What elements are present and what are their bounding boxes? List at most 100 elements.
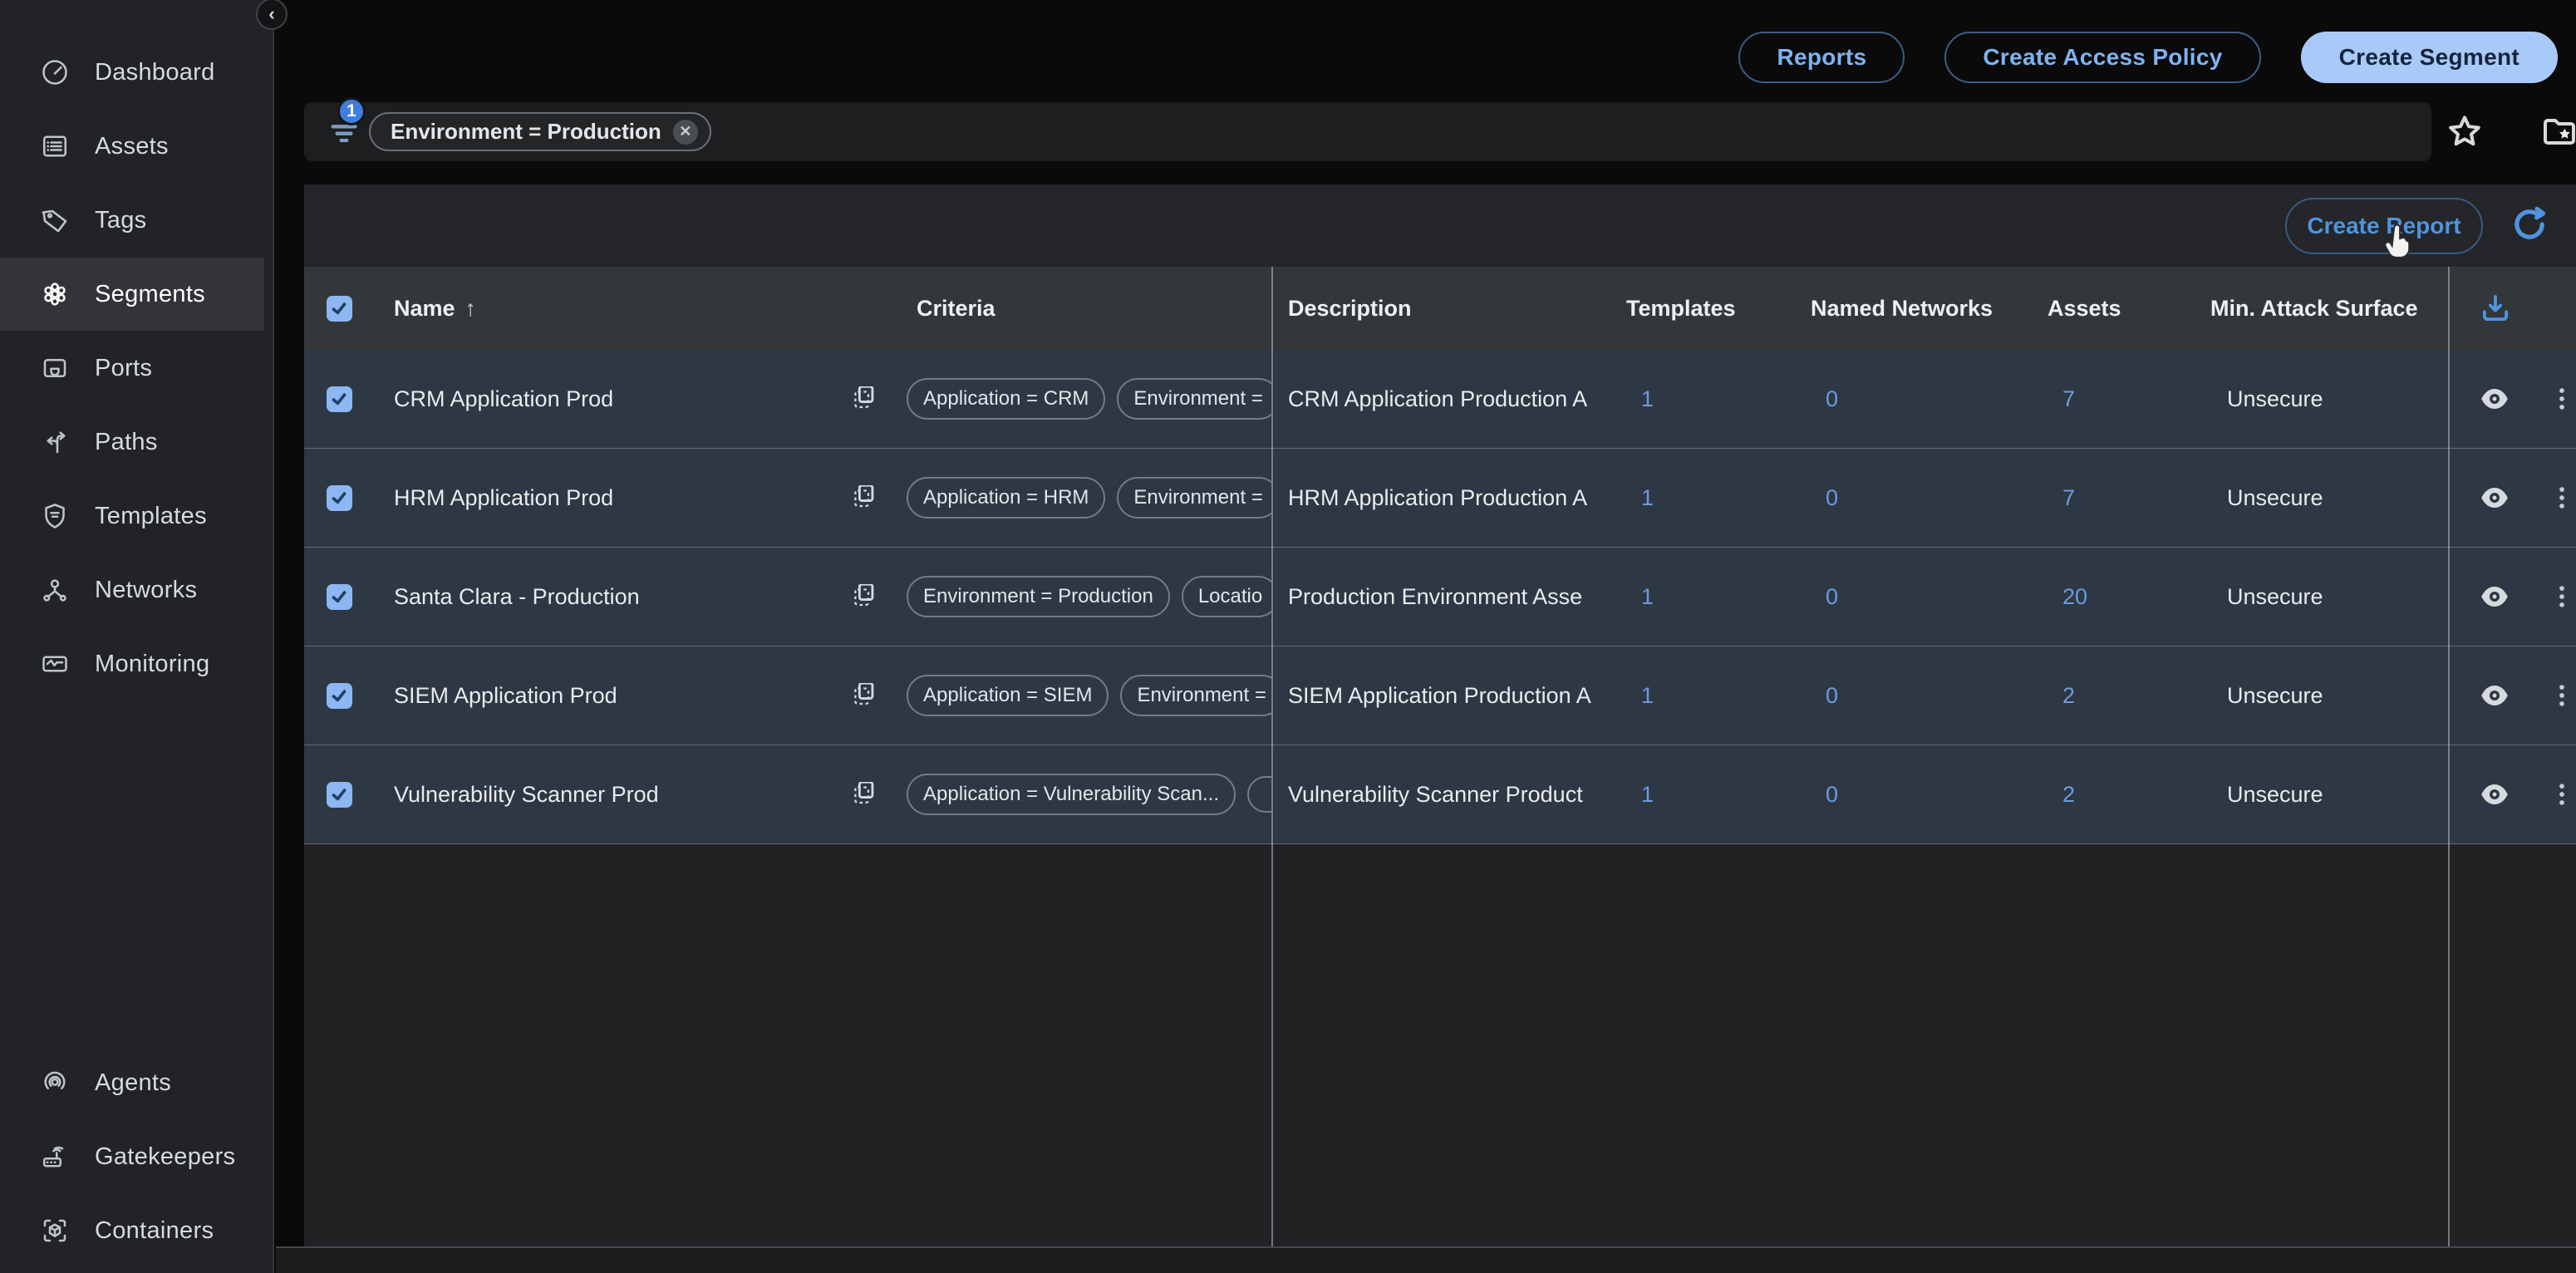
column-header-assets[interactable]: Assets (2036, 296, 2185, 322)
filter-chip-environment[interactable]: Environment = Production ✕ (369, 112, 711, 151)
sidebar-item-paths[interactable]: Paths (0, 405, 264, 479)
refresh-icon[interactable] (2508, 203, 2551, 246)
row-checkbox[interactable] (327, 782, 352, 808)
table-row[interactable]: Santa Clara - Production Environment = P… (304, 548, 2576, 646)
view-eye-icon[interactable] (2478, 778, 2511, 811)
kebab-menu-icon[interactable] (2548, 484, 2576, 512)
sidebar-collapse-button[interactable]: ‹ (256, 0, 288, 30)
segment-name: Vulnerability Scanner Prod (394, 782, 659, 808)
row-checkbox[interactable] (327, 485, 352, 511)
sidebar-item-networks[interactable]: Networks (0, 553, 264, 627)
sidebar-item-monitoring[interactable]: Monitoring (0, 627, 264, 700)
segments-panel: Create Report Name↑ Criteria Description… (304, 184, 2576, 1246)
sidebar-item-label: Paths (95, 429, 158, 456)
segment-description: Production Environment Asse (1271, 584, 1615, 610)
download-icon[interactable] (2478, 291, 2513, 326)
column-header-description[interactable]: Description (1271, 296, 1615, 322)
sidebar-item-label: Segments (95, 281, 205, 308)
named-networks-count-link[interactable]: 0 (1799, 782, 2036, 808)
sidebar-item-segments[interactable]: Segments (0, 258, 264, 331)
create-segment-button[interactable]: Create Segment (2301, 32, 2558, 83)
sidebar-item-containers[interactable]: Containers (0, 1194, 264, 1267)
remove-filter-icon[interactable]: ✕ (673, 120, 698, 145)
dashboard-gauge-icon (38, 56, 71, 89)
column-header-name[interactable]: Name↑ (374, 296, 902, 322)
sidebar-item-label: Containers (95, 1217, 214, 1245)
row-checkbox[interactable] (327, 386, 352, 412)
min-attack-surface-value: Unsecure (2185, 683, 2448, 709)
table-row[interactable]: CRM Application Prod Application = CRMEn… (304, 350, 2576, 449)
view-eye-icon[interactable] (2478, 580, 2511, 613)
row-checkbox[interactable] (327, 683, 352, 709)
sidebar-item-ports[interactable]: Ports (0, 332, 264, 405)
kebab-menu-icon[interactable] (2548, 681, 2576, 710)
sidebar-item-assets[interactable]: Assets (0, 110, 264, 183)
view-eye-icon[interactable] (2478, 382, 2511, 415)
sidebar-item-templates[interactable]: Templates (0, 479, 264, 553)
app-root: ‹ Dashboard Assets Tags Segments Ports P… (0, 0, 2576, 1273)
sidebar-item-agents[interactable]: Agents (0, 1046, 264, 1119)
assets-count-link[interactable]: 2 (2036, 683, 2185, 709)
table-row[interactable]: SIEM Application Prod Application = SIEM… (304, 646, 2576, 745)
view-eye-icon[interactable] (2478, 679, 2511, 712)
star-icon[interactable] (2445, 112, 2485, 152)
copy-icon[interactable] (850, 683, 878, 709)
assets-count-link[interactable]: 7 (2036, 386, 2185, 412)
column-header-templates[interactable]: Templates (1615, 296, 1799, 322)
paths-branch-icon (38, 425, 71, 459)
templates-count-link[interactable]: 1 (1615, 386, 1799, 412)
footer-strip (276, 1246, 2576, 1273)
segment-description: CRM Application Production A (1271, 386, 1615, 412)
assets-count-link[interactable]: 7 (2036, 485, 2185, 511)
sidebar-item-tags[interactable]: Tags (0, 184, 264, 257)
criteria-chip: Environment = (1117, 378, 1271, 420)
select-all-checkbox[interactable] (327, 296, 352, 322)
criteria-chip: Application = SIEM (907, 675, 1109, 716)
table-body: CRM Application Prod Application = CRMEn… (304, 350, 2576, 844)
named-networks-count-link[interactable]: 0 (1799, 485, 2036, 511)
sidebar-item-label: Ports (95, 355, 152, 382)
create-access-policy-button[interactable]: Create Access Policy (1944, 32, 2260, 83)
named-networks-count-link[interactable]: 0 (1799, 683, 2036, 709)
gatekeeper-router-icon (38, 1140, 71, 1173)
kebab-menu-icon[interactable] (2548, 582, 2576, 611)
column-header-min-attack-surface[interactable]: Min. Attack Surface (2185, 296, 2448, 322)
sidebar-item-dashboard[interactable]: Dashboard (0, 36, 264, 109)
table-header: Name↑ Criteria Description Templates Nam… (304, 267, 2576, 350)
segment-name: HRM Application Prod (394, 485, 613, 511)
copy-icon[interactable] (850, 485, 878, 511)
kebab-menu-icon[interactable] (2548, 385, 2576, 413)
ports-monitor-icon (38, 351, 71, 385)
named-networks-count-link[interactable]: 0 (1799, 386, 2036, 412)
column-header-criteria[interactable]: Criteria (902, 296, 1271, 322)
folder-star-icon[interactable] (2539, 112, 2576, 152)
table-empty-area (304, 844, 2576, 1246)
filter-bar[interactable]: 1 Environment = Production ✕ (304, 102, 2431, 161)
sidebar-item-label: Agents (95, 1069, 171, 1097)
templates-count-link[interactable]: 1 (1615, 683, 1799, 709)
table-row[interactable]: HRM Application Prod Application = HRMEn… (304, 449, 2576, 548)
view-eye-icon[interactable] (2478, 481, 2511, 514)
criteria-chip: Application = HRM (907, 477, 1105, 519)
min-attack-surface-value: Unsecure (2185, 485, 2448, 511)
row-checkbox[interactable] (327, 584, 352, 610)
named-networks-count-link[interactable]: 0 (1799, 584, 2036, 610)
copy-icon[interactable] (850, 584, 878, 610)
criteria-chip: Application = Vulnerability Scan... (907, 774, 1236, 815)
templates-count-link[interactable]: 1 (1615, 782, 1799, 808)
templates-count-link[interactable]: 1 (1615, 584, 1799, 610)
segment-name: Santa Clara - Production (394, 584, 640, 610)
segment-description: Vulnerability Scanner Product (1271, 782, 1615, 808)
column-header-named-networks[interactable]: Named Networks (1799, 296, 2036, 322)
column-divider (2448, 267, 2450, 1246)
assets-count-link[interactable]: 20 (2036, 584, 2185, 610)
sidebar-item-gatekeepers[interactable]: Gatekeepers (0, 1120, 264, 1193)
templates-count-link[interactable]: 1 (1615, 485, 1799, 511)
reports-button[interactable]: Reports (1738, 32, 1905, 83)
copy-icon[interactable] (850, 386, 878, 412)
sidebar-item-label: Tags (95, 207, 146, 234)
table-row[interactable]: Vulnerability Scanner Prod Application =… (304, 745, 2576, 844)
assets-count-link[interactable]: 2 (2036, 782, 2185, 808)
copy-icon[interactable] (850, 782, 878, 808)
kebab-menu-icon[interactable] (2548, 780, 2576, 809)
